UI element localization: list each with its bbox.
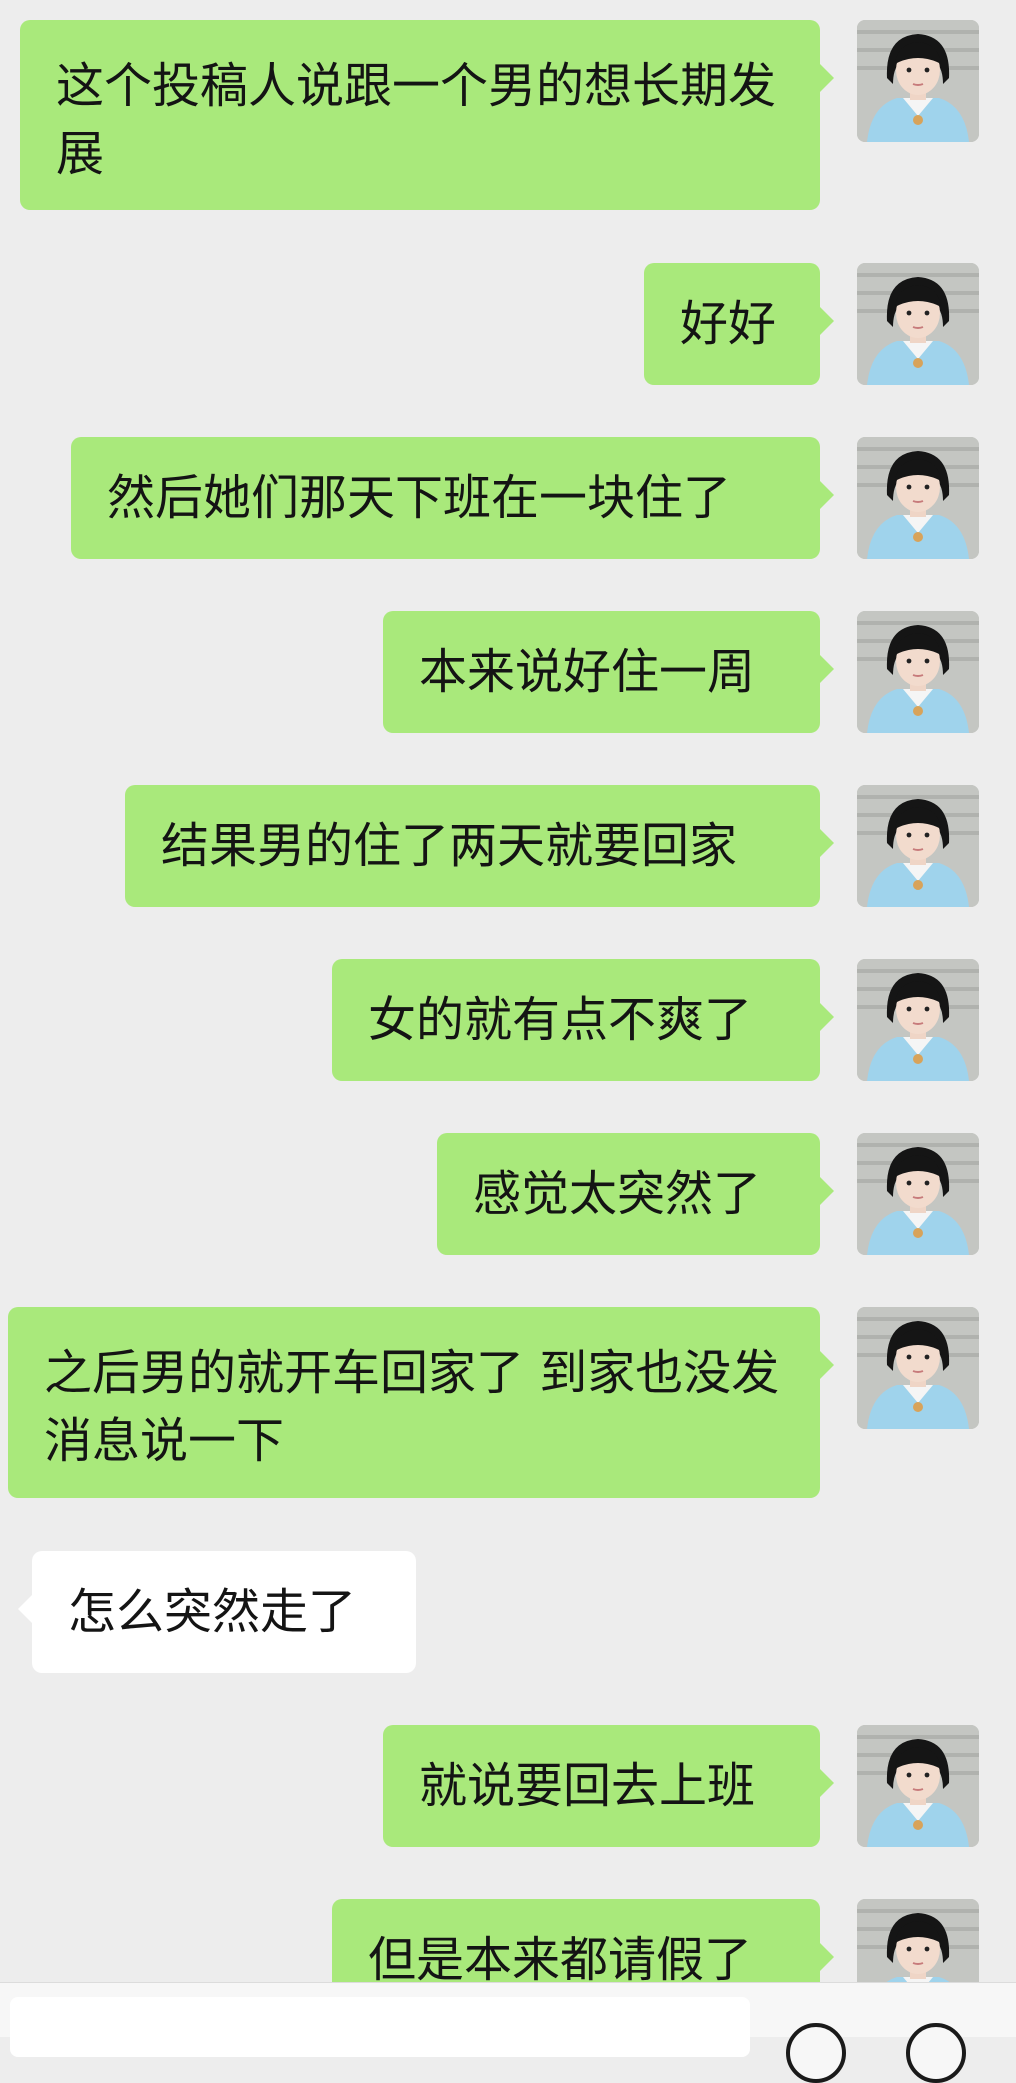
message-text: 之后男的就开车回家了 到家也没发消息说一下	[44, 1345, 780, 1469]
avatar[interactable]	[857, 263, 979, 385]
message-bubble[interactable]: 本来说好住一周	[383, 611, 834, 733]
message-bubble[interactable]: 好好	[644, 263, 834, 385]
avatar[interactable]	[857, 437, 979, 559]
avatar[interactable]	[857, 611, 979, 733]
emoji-icon[interactable]	[786, 2023, 846, 2083]
message-text: 好好	[680, 296, 777, 352]
avatar[interactable]	[857, 1725, 979, 1847]
message-bubble[interactable]: 感觉太突然了	[437, 1133, 834, 1255]
message-bubble[interactable]: 之后男的就开车回家了 到家也没发消息说一下	[8, 1307, 834, 1498]
message-bubble[interactable]: 这个投稿人说跟一个男的想长期发展	[20, 20, 834, 210]
message-bubble[interactable]: 女的就有点不爽了	[332, 959, 834, 1081]
voice-icon[interactable]	[906, 2023, 966, 2083]
message-text: 这个投稿人说跟一个男的想长期发展	[56, 58, 777, 182]
message-text: 本来说好住一周	[419, 644, 756, 700]
message-bubble[interactable]: 就说要回去上班	[383, 1725, 834, 1847]
message-text: 怎么突然走了	[68, 1584, 357, 1640]
avatar[interactable]	[857, 20, 979, 142]
avatar[interactable]	[857, 959, 979, 1081]
avatar[interactable]	[857, 1307, 979, 1429]
message-text: 然后她们那天下班在一块住了	[107, 470, 732, 526]
message-text: 就说要回去上班	[419, 1758, 756, 1814]
message-input[interactable]	[10, 1997, 750, 2057]
avatar[interactable]	[857, 1133, 979, 1255]
message-bubble[interactable]: 结果男的住了两天就要回家	[125, 785, 834, 907]
message-bubble[interactable]: 然后她们那天下班在一块住了	[71, 437, 834, 559]
input-bar	[0, 1982, 1016, 2083]
message-bubble-received[interactable]: 怎么突然走了	[18, 1551, 416, 1673]
avatar[interactable]	[857, 785, 979, 907]
message-text: 女的就有点不爽了	[368, 992, 753, 1048]
message-text: 感觉太突然了	[473, 1166, 762, 1222]
message-text: 结果男的住了两天就要回家	[161, 818, 738, 874]
